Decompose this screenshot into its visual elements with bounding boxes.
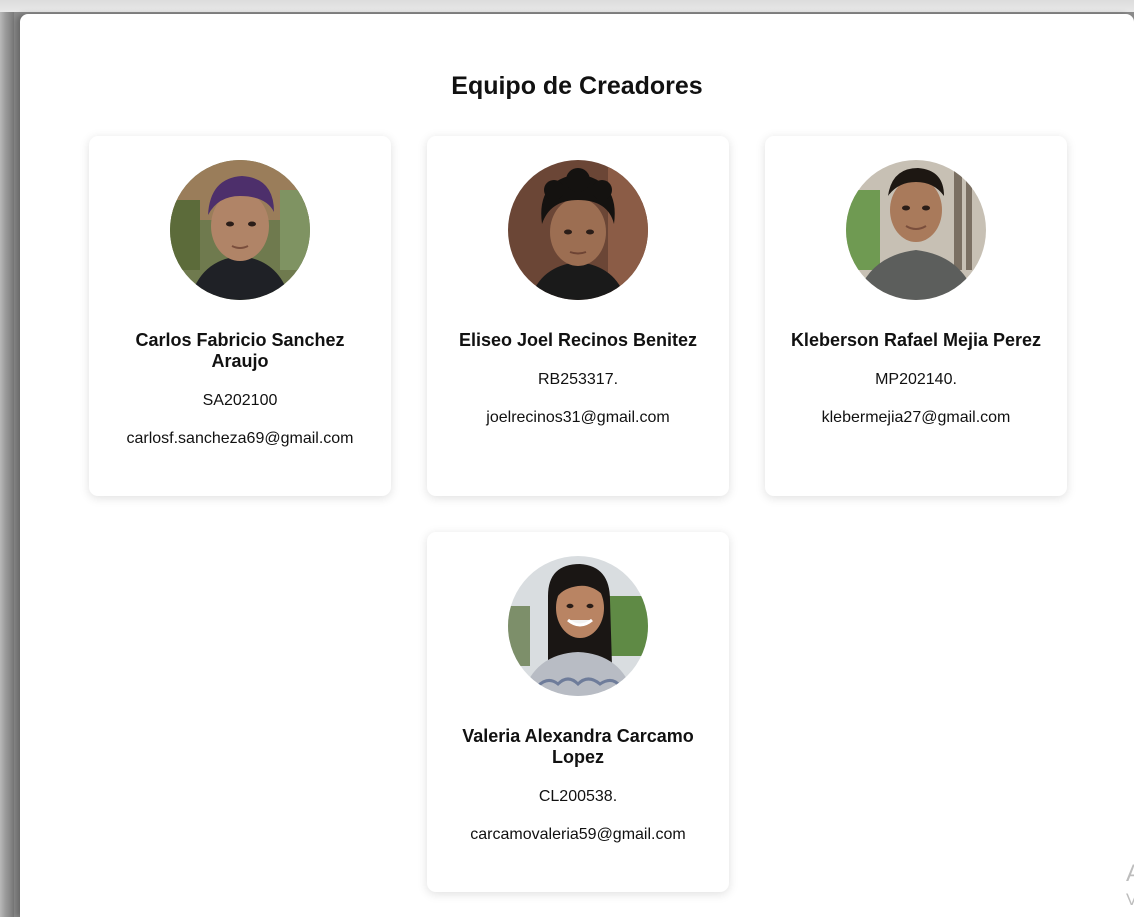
- creator-name: Carlos Fabricio Sanchez Araujo: [135, 330, 345, 371]
- window-left-edge: [0, 0, 14, 917]
- creator-name: Eliseo Joel Recinos Benitez: [458, 330, 698, 350]
- creator-code: SA202100: [202, 392, 278, 409]
- watermark-line1: Ac: [1126, 860, 1134, 887]
- person-photo-icon: [508, 556, 648, 696]
- creator-code: CL200538.: [538, 788, 618, 805]
- watermark-line2: Ve: [1126, 890, 1134, 909]
- creator-card: Valeria Alexandra Carcamo Lopez CL200538…: [427, 532, 729, 892]
- creator-name: Kleberson Rafael Mejia Perez: [790, 330, 1042, 350]
- avatar: [508, 160, 648, 300]
- creators-grid: Carlos Fabricio Sanchez Araujo SA202100 …: [88, 136, 1068, 892]
- creator-card: Eliseo Joel Recinos Benitez RB253317. jo…: [427, 136, 729, 496]
- creator-email: klebermejia27@gmail.com: [821, 409, 1011, 426]
- creator-email: carcamovaleria59@gmail.com: [470, 826, 686, 843]
- creator-code: RB253317.: [537, 371, 619, 388]
- avatar: [170, 160, 310, 300]
- creator-name: Valeria Alexandra Carcamo Lopez: [462, 726, 694, 767]
- avatar: [846, 160, 986, 300]
- person-photo-icon: [170, 160, 310, 300]
- activation-watermark: Ac Ve: [1126, 860, 1134, 912]
- person-photo-icon: [846, 160, 986, 300]
- creator-email: carlosf.sancheza69@gmail.com: [126, 430, 354, 447]
- window-top-edge: [0, 0, 1134, 12]
- creator-email: joelrecinos31@gmail.com: [486, 409, 670, 426]
- avatar: [508, 556, 648, 696]
- creator-card: Kleberson Rafael Mejia Perez MP202140. k…: [765, 136, 1067, 496]
- page-title: Equipo de Creadores: [451, 72, 703, 100]
- creators-panel: Equipo de Creadores Carlos Fabricio Sanc…: [20, 14, 1134, 917]
- person-photo-icon: [508, 160, 648, 300]
- creator-code: MP202140.: [875, 371, 957, 388]
- creator-card: Carlos Fabricio Sanchez Araujo SA202100 …: [89, 136, 391, 496]
